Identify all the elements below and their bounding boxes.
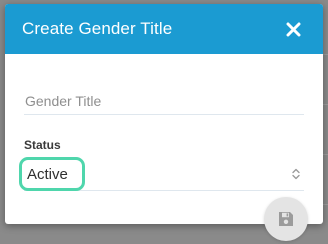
- close-button[interactable]: [283, 19, 303, 39]
- gender-title-field: [24, 87, 304, 117]
- status-select[interactable]: Active: [19, 157, 304, 191]
- select-arrows-icon: [292, 168, 300, 180]
- dialog-header: Create Gender Title: [5, 4, 323, 54]
- save-button[interactable]: [264, 197, 308, 241]
- dialog-title: Create Gender Title: [22, 19, 173, 38]
- floppy-disk-icon: [279, 212, 293, 226]
- status-label: Status: [24, 138, 61, 152]
- create-gender-title-dialog: Create Gender Title Status Active: [5, 4, 323, 224]
- status-selected-value: Active: [27, 166, 68, 183]
- close-icon: [286, 22, 300, 36]
- gender-title-input[interactable]: [24, 87, 304, 115]
